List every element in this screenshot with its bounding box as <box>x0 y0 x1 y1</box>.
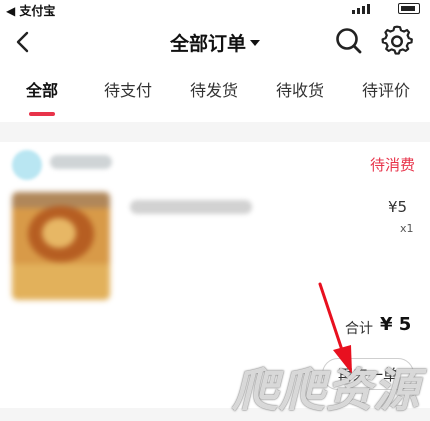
return-to-alipay-link[interactable]: ◀ 支付宝 <box>6 2 55 19</box>
status-bar: ◀ 支付宝 <box>0 0 430 18</box>
nav-bar: 全部订单 <box>0 18 430 66</box>
page-title: 全部订单 <box>169 32 246 55</box>
tab-pending-payment[interactable]: 待支付 <box>98 80 158 110</box>
product-quantity: x1 <box>400 222 414 235</box>
search-button[interactable] <box>332 24 366 58</box>
order-tabs: 全部 待支付 待发货 待收货 待评价 <box>0 74 430 118</box>
gear-icon <box>381 25 413 55</box>
bottom-divider <box>0 408 430 421</box>
product-image[interactable] <box>12 192 110 300</box>
store-name-blurred[interactable] <box>50 155 112 169</box>
tab-pending-shipment[interactable]: 待发货 <box>184 80 244 110</box>
battery-icon <box>398 3 420 14</box>
total-label: 合计 <box>345 321 373 337</box>
tab-pending-review[interactable]: 待评价 <box>356 80 416 110</box>
back-button[interactable] <box>8 26 40 58</box>
product-price: ¥5 <box>388 198 408 216</box>
tab-all[interactable]: 全部 <box>18 80 66 110</box>
chevron-left-icon <box>16 31 29 53</box>
product-name-blurred[interactable] <box>130 200 252 214</box>
title-dropdown[interactable]: 全部订单 <box>150 28 280 56</box>
store-avatar <box>12 150 42 180</box>
search-icon <box>336 28 362 54</box>
total-value: ¥ 5 <box>380 314 412 335</box>
section-divider <box>0 122 430 142</box>
active-tab-indicator <box>29 112 55 116</box>
order-card[interactable]: 待消费 ¥5 x1 合计 ¥ 5 再来一单 <box>0 142 430 402</box>
signal-icon <box>352 4 370 14</box>
settings-button[interactable] <box>380 24 414 58</box>
reorder-button[interactable]: 再来一单 <box>322 358 414 390</box>
order-status: 待消费 <box>370 156 416 174</box>
tab-pending-receipt[interactable]: 待收货 <box>270 80 330 110</box>
caret-down-icon <box>250 40 260 46</box>
